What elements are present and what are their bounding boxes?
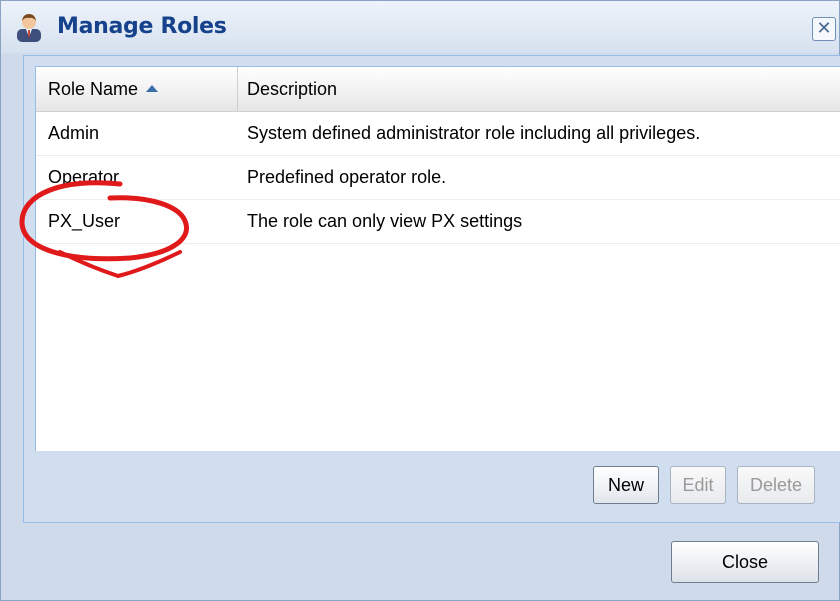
column-header-role-name[interactable]: Role Name bbox=[48, 67, 234, 111]
edit-button[interactable]: Edit bbox=[670, 466, 726, 504]
column-header-label: Role Name bbox=[48, 79, 139, 99]
roles-panel: Role Name Description Admin System defin… bbox=[23, 55, 840, 523]
role-description-cell: The role can only view PX settings bbox=[247, 211, 523, 231]
roles-grid: Role Name Description Admin System defin… bbox=[35, 66, 840, 451]
delete-button[interactable]: Delete bbox=[737, 466, 815, 504]
sort-ascending-icon bbox=[146, 84, 159, 92]
manage-roles-dialog: Manage Roles ✕ Role Name Description Adm… bbox=[0, 0, 840, 601]
table-row[interactable]: Operator Predefined operator role. bbox=[36, 156, 840, 200]
grid-header: Role Name Description bbox=[36, 67, 840, 112]
role-description-cell: System defined administrator role includ… bbox=[247, 123, 701, 143]
close-x-icon[interactable]: ✕ bbox=[812, 17, 836, 41]
new-button[interactable]: New bbox=[593, 466, 659, 504]
table-row[interactable]: PX_User The role can only view PX settin… bbox=[36, 200, 840, 244]
role-description-cell: Predefined operator role. bbox=[247, 167, 447, 187]
dialog-title: Manage Roles bbox=[57, 14, 227, 39]
dialog-titlebar[interactable]: Manage Roles ✕ bbox=[1, 1, 839, 53]
column-header-description[interactable]: Description bbox=[247, 67, 837, 111]
column-divider[interactable] bbox=[237, 67, 238, 111]
column-header-label: Description bbox=[247, 79, 338, 99]
role-name-cell: Admin bbox=[48, 123, 100, 143]
table-row[interactable]: Admin System defined administrator role … bbox=[36, 112, 840, 156]
close-button[interactable]: Close bbox=[671, 541, 819, 583]
role-name-cell: Operator bbox=[48, 167, 120, 187]
role-name-cell: PX_User bbox=[48, 211, 121, 231]
user-icon bbox=[17, 14, 41, 42]
